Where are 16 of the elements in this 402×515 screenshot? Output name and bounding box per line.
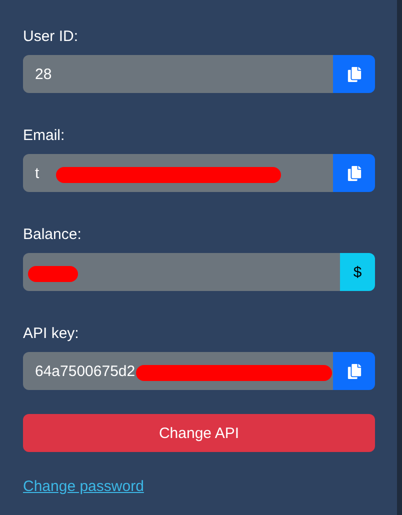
currency-addon: $ (340, 253, 375, 291)
change-api-button[interactable]: Change API (23, 414, 375, 452)
change-password-link[interactable]: Change password (23, 478, 144, 495)
field-label: API key: (23, 325, 80, 342)
redaction-mark (28, 266, 78, 282)
input-field[interactable] (23, 253, 340, 291)
input-field[interactable]: 28 (23, 55, 333, 93)
copy-icon (346, 166, 362, 180)
copy-icon (346, 66, 362, 82)
copy-button[interactable] (333, 352, 375, 390)
field-label: User ID: (23, 28, 80, 45)
field-label: Balance: (23, 226, 82, 243)
field-label: Email: (23, 127, 66, 144)
copy-button[interactable] (333, 55, 375, 93)
copy-button[interactable] (333, 154, 375, 192)
copy-icon (346, 364, 362, 378)
